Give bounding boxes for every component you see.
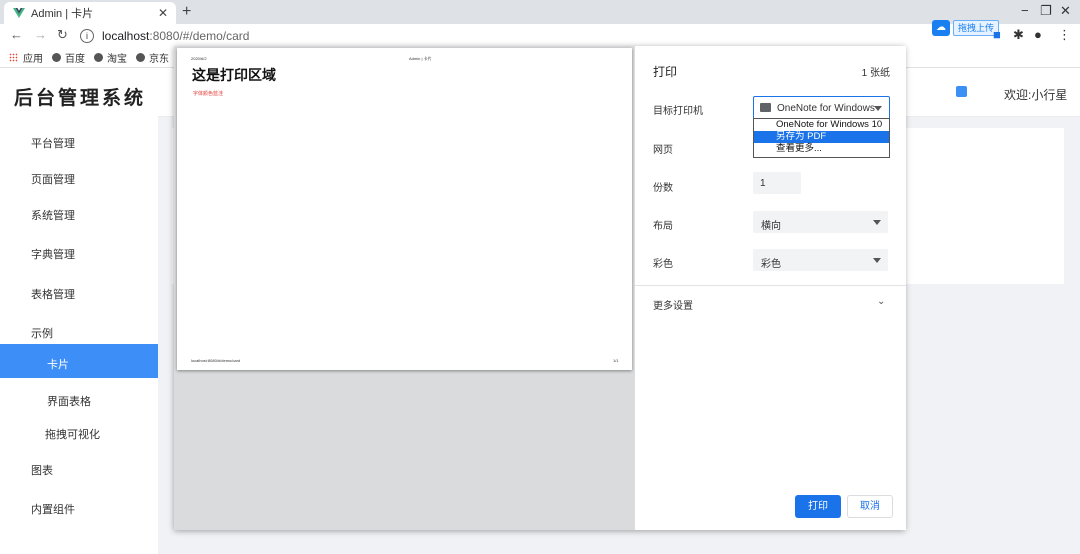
vue-logo-icon — [13, 8, 25, 18]
color-label: 彩色 — [653, 259, 673, 270]
pages-label: 网页 — [653, 145, 673, 156]
destination-dropdown: OneNote for Windows 10 另存为 PDF 查看更多... — [753, 118, 890, 158]
globe-icon — [136, 52, 145, 62]
printer-icon — [760, 103, 771, 112]
new-tab-button[interactable]: + — [182, 3, 191, 21]
menu-item-page[interactable]: 页面管理 — [0, 159, 158, 193]
color-value: 彩色 — [761, 259, 781, 270]
puzzle-icon[interactable]: ✱ — [1013, 28, 1024, 42]
welcome-text[interactable]: 欢迎:小行星 — [1004, 86, 1067, 103]
sidebar: 平台管理 页面管理 系统管理 字典管理 表格管理 示例 卡片 界面表格 拖拽可视… — [0, 116, 158, 554]
restore-icon[interactable]: ❐ — [1040, 3, 1052, 19]
menu-item-card[interactable]: 卡片 — [0, 344, 158, 378]
destination-value: OneNote for Windows — [777, 103, 875, 114]
chevron-down-icon — [873, 258, 881, 263]
menu-item-examples[interactable]: 示例 — [0, 313, 158, 347]
chevron-down-icon — [874, 106, 882, 111]
menu-item-charts[interactable]: 图表 — [0, 450, 158, 484]
print-title: 打印 — [653, 65, 678, 79]
chevron-down-icon[interactable]: ⌄ — [877, 296, 885, 307]
app-title: 后台管理系统 — [14, 88, 147, 109]
forward-icon[interactable]: → — [34, 28, 47, 42]
bookmark-baidu[interactable]: 百度 — [52, 50, 85, 65]
menu-item-dictionary[interactable]: 字典管理 — [0, 234, 158, 268]
layout-select[interactable]: 横向 — [753, 211, 888, 233]
destination-option[interactable]: OneNote for Windows 10 — [754, 119, 889, 131]
destination-select[interactable]: OneNote for Windows — [753, 96, 890, 120]
settings-divider — [635, 285, 906, 286]
print-preview-page: 2020/6/2 Admin | 卡片 这是打印区域 字体颜色蓝洼 localh… — [177, 48, 632, 370]
site-info-icon[interactable]: i — [80, 28, 94, 43]
address-bar[interactable]: i localhost:8080/#/demo/card — [80, 26, 920, 45]
more-settings-toggle[interactable]: 更多设置 — [653, 297, 693, 312]
browser-tab-strip: Admin | 卡片 ✕ + − ❐ ✕ — [0, 0, 1080, 24]
bookmark-apps[interactable]: 应用 — [9, 50, 43, 65]
destination-option-selected[interactable]: 另存为 PDF — [754, 131, 889, 143]
menu-item-drag-visual[interactable]: 拖拽可视化 — [0, 414, 158, 448]
destination-label: 目标打印机 — [653, 106, 703, 117]
apps-grid-icon — [9, 52, 18, 62]
back-icon[interactable]: ← — [10, 28, 23, 42]
sheet-count: 1 张纸 — [861, 68, 890, 79]
browser-tab[interactable]: Admin | 卡片 ✕ — [4, 2, 176, 24]
menu-kebab-icon[interactable]: ⋮ — [1058, 28, 1071, 42]
destination-option[interactable]: 查看更多... — [754, 143, 889, 155]
cancel-button[interactable]: 取消 — [847, 495, 893, 518]
menu-item-ui-table[interactable]: 界面表格 — [0, 381, 158, 415]
cloud-upload-icon: ☁ — [932, 20, 950, 36]
preview-header: Admin | 卡片 — [409, 56, 432, 61]
print-preview-area: 2020/6/2 Admin | 卡片 这是打印区域 字体颜色蓝洼 localh… — [174, 46, 634, 530]
bookmark-jd[interactable]: 京东 — [136, 50, 169, 65]
menu-item-table[interactable]: 表格管理 — [0, 274, 158, 308]
menu-item-components[interactable]: 内置组件 — [0, 489, 158, 523]
tab-title: Admin | 卡片 — [31, 8, 94, 20]
color-select[interactable]: 彩色 — [753, 249, 888, 271]
header-action-icon[interactable] — [956, 86, 967, 97]
extension-icon[interactable]: ■ — [993, 28, 1001, 42]
bookmark-taobao[interactable]: 淘宝 — [94, 50, 127, 65]
preview-date: 2020/6/2 — [191, 56, 207, 61]
layout-value: 横向 — [761, 221, 781, 232]
preview-note: 字体颜色蓝洼 — [193, 91, 224, 97]
chevron-down-icon — [873, 220, 881, 225]
url-text: localhost:8080/#/demo/card — [102, 28, 250, 43]
preview-page-number: 1/1 — [613, 358, 619, 363]
globe-icon — [94, 52, 103, 62]
globe-icon — [52, 52, 61, 62]
layout-label: 布局 — [653, 221, 673, 232]
menu-item-system[interactable]: 系统管理 — [0, 195, 158, 229]
reload-icon[interactable]: ↻ — [57, 28, 68, 42]
preview-title: 这是打印区域 — [192, 67, 276, 83]
preview-footer-url: localhost:8080/#/demo/card — [191, 358, 241, 363]
tab-close-icon[interactable]: ✕ — [156, 6, 170, 20]
browser-toolbar: ← → ↻ i localhost:8080/#/demo/card — [0, 24, 1080, 47]
menu-item-platform[interactable]: 平台管理 — [0, 123, 158, 157]
print-dialog: 2020/6/2 Admin | 卡片 这是打印区域 字体颜色蓝洼 localh… — [174, 46, 906, 530]
copies-input[interactable]: 1 — [753, 172, 801, 194]
print-settings-panel: 打印 1 张纸 目标打印机 OneNote for Windows OneNot… — [634, 46, 906, 530]
profile-icon[interactable]: ● — [1034, 28, 1042, 42]
print-button[interactable]: 打印 — [795, 495, 841, 518]
minimize-icon[interactable]: − — [1021, 3, 1029, 18]
copies-label: 份数 — [653, 183, 673, 194]
close-window-icon[interactable]: ✕ — [1060, 3, 1071, 19]
